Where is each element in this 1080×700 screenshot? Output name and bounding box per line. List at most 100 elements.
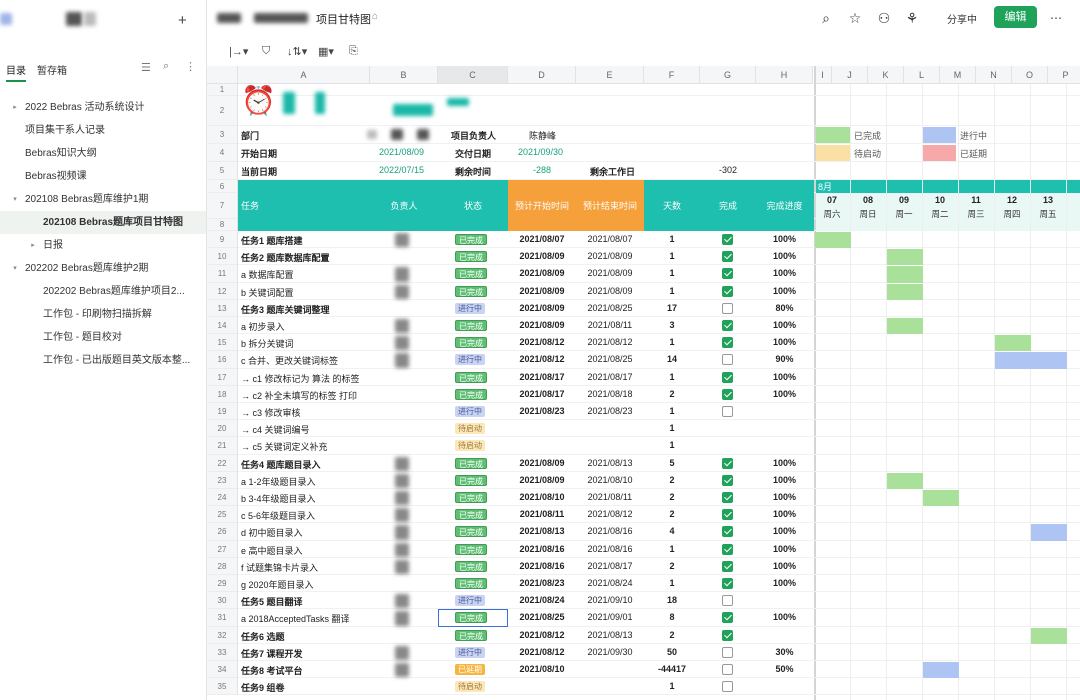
row-header[interactable]: 7 bbox=[207, 193, 238, 219]
plan-start-date[interactable]: 2021/08/12 bbox=[508, 354, 576, 364]
plan-end-date[interactable]: 2021/08/17 bbox=[576, 561, 644, 571]
sidebar-item[interactable]: 工作包 - 已出版题目英文版本整... bbox=[0, 349, 206, 372]
column-header[interactable]: E bbox=[576, 66, 644, 84]
status-badge[interactable]: 进行中 bbox=[455, 406, 485, 417]
sort-icon[interactable]: ↓⇅▾ bbox=[287, 45, 307, 58]
sidebar-item[interactable]: ▾ 202108 Bebras题库维护1期 bbox=[0, 188, 206, 211]
duration-days[interactable]: 3 bbox=[644, 320, 700, 330]
workspace-avatar[interactable] bbox=[0, 13, 12, 25]
list-view-icon[interactable]: ☰ bbox=[141, 61, 151, 74]
plan-end-date[interactable]: 2021/08/09 bbox=[576, 268, 644, 278]
task-name[interactable]: a 1-2年级题目录入 bbox=[241, 475, 367, 488]
progress-percent[interactable]: 90% bbox=[756, 354, 813, 364]
column-header[interactable]: M bbox=[940, 66, 976, 84]
tab-drafts[interactable]: 暂存箱 bbox=[37, 62, 67, 77]
row-header[interactable]: 11 bbox=[207, 265, 238, 283]
task-name[interactable]: d 初中题目录入 bbox=[241, 526, 367, 539]
row-header[interactable]: 15 bbox=[207, 334, 238, 352]
task-name[interactable]: c 合并、更改关键词标签 bbox=[241, 354, 367, 367]
done-checkbox[interactable] bbox=[722, 302, 733, 314]
workspace-name[interactable] bbox=[66, 12, 82, 26]
duration-days[interactable]: 50 bbox=[644, 647, 700, 657]
sidebar-item[interactable]: ▸ 日报 bbox=[0, 234, 206, 257]
more-icon[interactable]: ⋯ bbox=[1047, 9, 1065, 27]
duration-days[interactable]: 18 bbox=[644, 595, 700, 605]
plan-end-date[interactable]: 2021/08/25 bbox=[576, 303, 644, 313]
progress-percent[interactable]: 100% bbox=[756, 492, 813, 502]
duration-days[interactable]: 2 bbox=[644, 475, 700, 485]
done-checkbox[interactable] bbox=[722, 509, 733, 521]
progress-percent[interactable]: 100% bbox=[756, 578, 813, 588]
done-checkbox[interactable] bbox=[722, 388, 733, 400]
status-badge[interactable]: 已完成 bbox=[455, 509, 487, 521]
row-header[interactable]: 1 bbox=[207, 84, 238, 96]
task-name[interactable]: → c4 关键词编号 bbox=[241, 423, 367, 436]
plan-end-date[interactable]: 2021/08/25 bbox=[576, 354, 644, 364]
row-header[interactable]: 24 bbox=[207, 489, 238, 507]
done-checkbox[interactable] bbox=[722, 268, 733, 280]
sidebar-item[interactable]: Bebras知识大纲 bbox=[0, 142, 206, 165]
row-header[interactable]: 8 bbox=[207, 219, 238, 231]
done-checkbox[interactable] bbox=[722, 612, 733, 624]
row-header[interactable]: 20 bbox=[207, 420, 238, 438]
plan-start-date[interactable]: 2021/08/09 bbox=[508, 475, 576, 485]
view-icon[interactable]: ▦▾ bbox=[318, 45, 334, 58]
status-badge[interactable]: 待启动 bbox=[455, 681, 485, 693]
task-name[interactable]: a 2018AcceptedTasks 翻译 bbox=[241, 612, 367, 625]
progress-percent[interactable]: 100% bbox=[756, 337, 813, 347]
task-name[interactable]: b 3-4年级题目录入 bbox=[241, 492, 367, 505]
share-graph-icon[interactable]: ⚘ bbox=[903, 9, 921, 27]
row-header[interactable]: 14 bbox=[207, 317, 238, 335]
duration-days[interactable]: 1 bbox=[644, 337, 700, 347]
row-header[interactable]: 16 bbox=[207, 351, 238, 369]
status-badge[interactable]: 已完成 bbox=[455, 578, 487, 589]
task-name[interactable]: 任务6 选题 bbox=[241, 630, 367, 643]
done-checkbox[interactable] bbox=[722, 560, 733, 572]
row-header[interactable]: 17 bbox=[207, 368, 238, 386]
chevron-right-icon[interactable]: ▸ bbox=[28, 234, 38, 257]
status-badge[interactable]: 已完成 bbox=[455, 457, 487, 469]
row-header[interactable]: 33 bbox=[207, 643, 238, 661]
task-name[interactable]: 任务4 题库题目录入 bbox=[241, 458, 367, 471]
row-header[interactable]: 26 bbox=[207, 523, 238, 541]
chevron-down-icon[interactable]: ▾ bbox=[10, 188, 20, 211]
status-badge[interactable]: 已完成 bbox=[455, 526, 487, 538]
add-icon[interactable]: + bbox=[178, 12, 187, 29]
plan-start-date[interactable]: 2021/08/17 bbox=[508, 372, 576, 382]
task-name[interactable]: → c1 修改标记为 算法 的标签 bbox=[241, 372, 367, 385]
corner-cell[interactable] bbox=[207, 66, 238, 84]
column-header[interactable]: N bbox=[976, 66, 1012, 84]
plan-end-date[interactable]: 2021/08/16 bbox=[576, 526, 644, 536]
plan-start-date[interactable]: 2021/08/09 bbox=[508, 303, 576, 313]
progress-percent[interactable]: 100% bbox=[756, 251, 813, 261]
plan-start-date[interactable]: 2021/08/10 bbox=[508, 492, 576, 502]
progress-percent[interactable]: 100% bbox=[756, 509, 813, 519]
breadcrumb-2[interactable] bbox=[254, 13, 308, 23]
task-name[interactable]: b 关键词配置 bbox=[241, 286, 367, 299]
task-name[interactable]: → c5 关键词定义补充 bbox=[241, 440, 367, 453]
status-badge[interactable]: 已完成 bbox=[455, 629, 487, 641]
status-badge[interactable]: 已完成 bbox=[455, 251, 487, 263]
done-checkbox[interactable] bbox=[722, 251, 733, 263]
task-name[interactable]: g 2020年题目录入 bbox=[241, 578, 367, 591]
selected-cell[interactable] bbox=[438, 609, 508, 627]
plan-end-date[interactable]: 2021/08/11 bbox=[576, 320, 644, 330]
plan-end-date[interactable]: 2021/08/12 bbox=[576, 337, 644, 347]
progress-percent[interactable]: 100% bbox=[756, 475, 813, 485]
duration-days[interactable]: 1 bbox=[644, 286, 700, 296]
more-icon[interactable]: ⋮ bbox=[185, 60, 196, 73]
progress-percent[interactable]: 100% bbox=[756, 268, 813, 278]
column-header[interactable]: F bbox=[644, 66, 700, 84]
plan-end-date[interactable]: 2021/08/09 bbox=[576, 286, 644, 296]
progress-percent[interactable]: 50% bbox=[756, 664, 813, 674]
task-name[interactable]: f 试题集锦卡片录入 bbox=[241, 561, 367, 574]
column-header[interactable]: J bbox=[832, 66, 868, 84]
task-name[interactable]: → c3 修改审核 bbox=[241, 406, 367, 419]
doc-title[interactable]: 项目甘特图 bbox=[316, 11, 371, 27]
sidebar-item[interactable]: Bebras视频课 bbox=[0, 165, 206, 188]
plan-start-date[interactable]: 2021/08/09 bbox=[508, 268, 576, 278]
row-header[interactable]: 12 bbox=[207, 282, 238, 300]
row-header[interactable]: 29 bbox=[207, 575, 238, 593]
column-header[interactable]: I bbox=[814, 66, 832, 84]
plan-end-date[interactable]: 2021/08/24 bbox=[576, 578, 644, 588]
